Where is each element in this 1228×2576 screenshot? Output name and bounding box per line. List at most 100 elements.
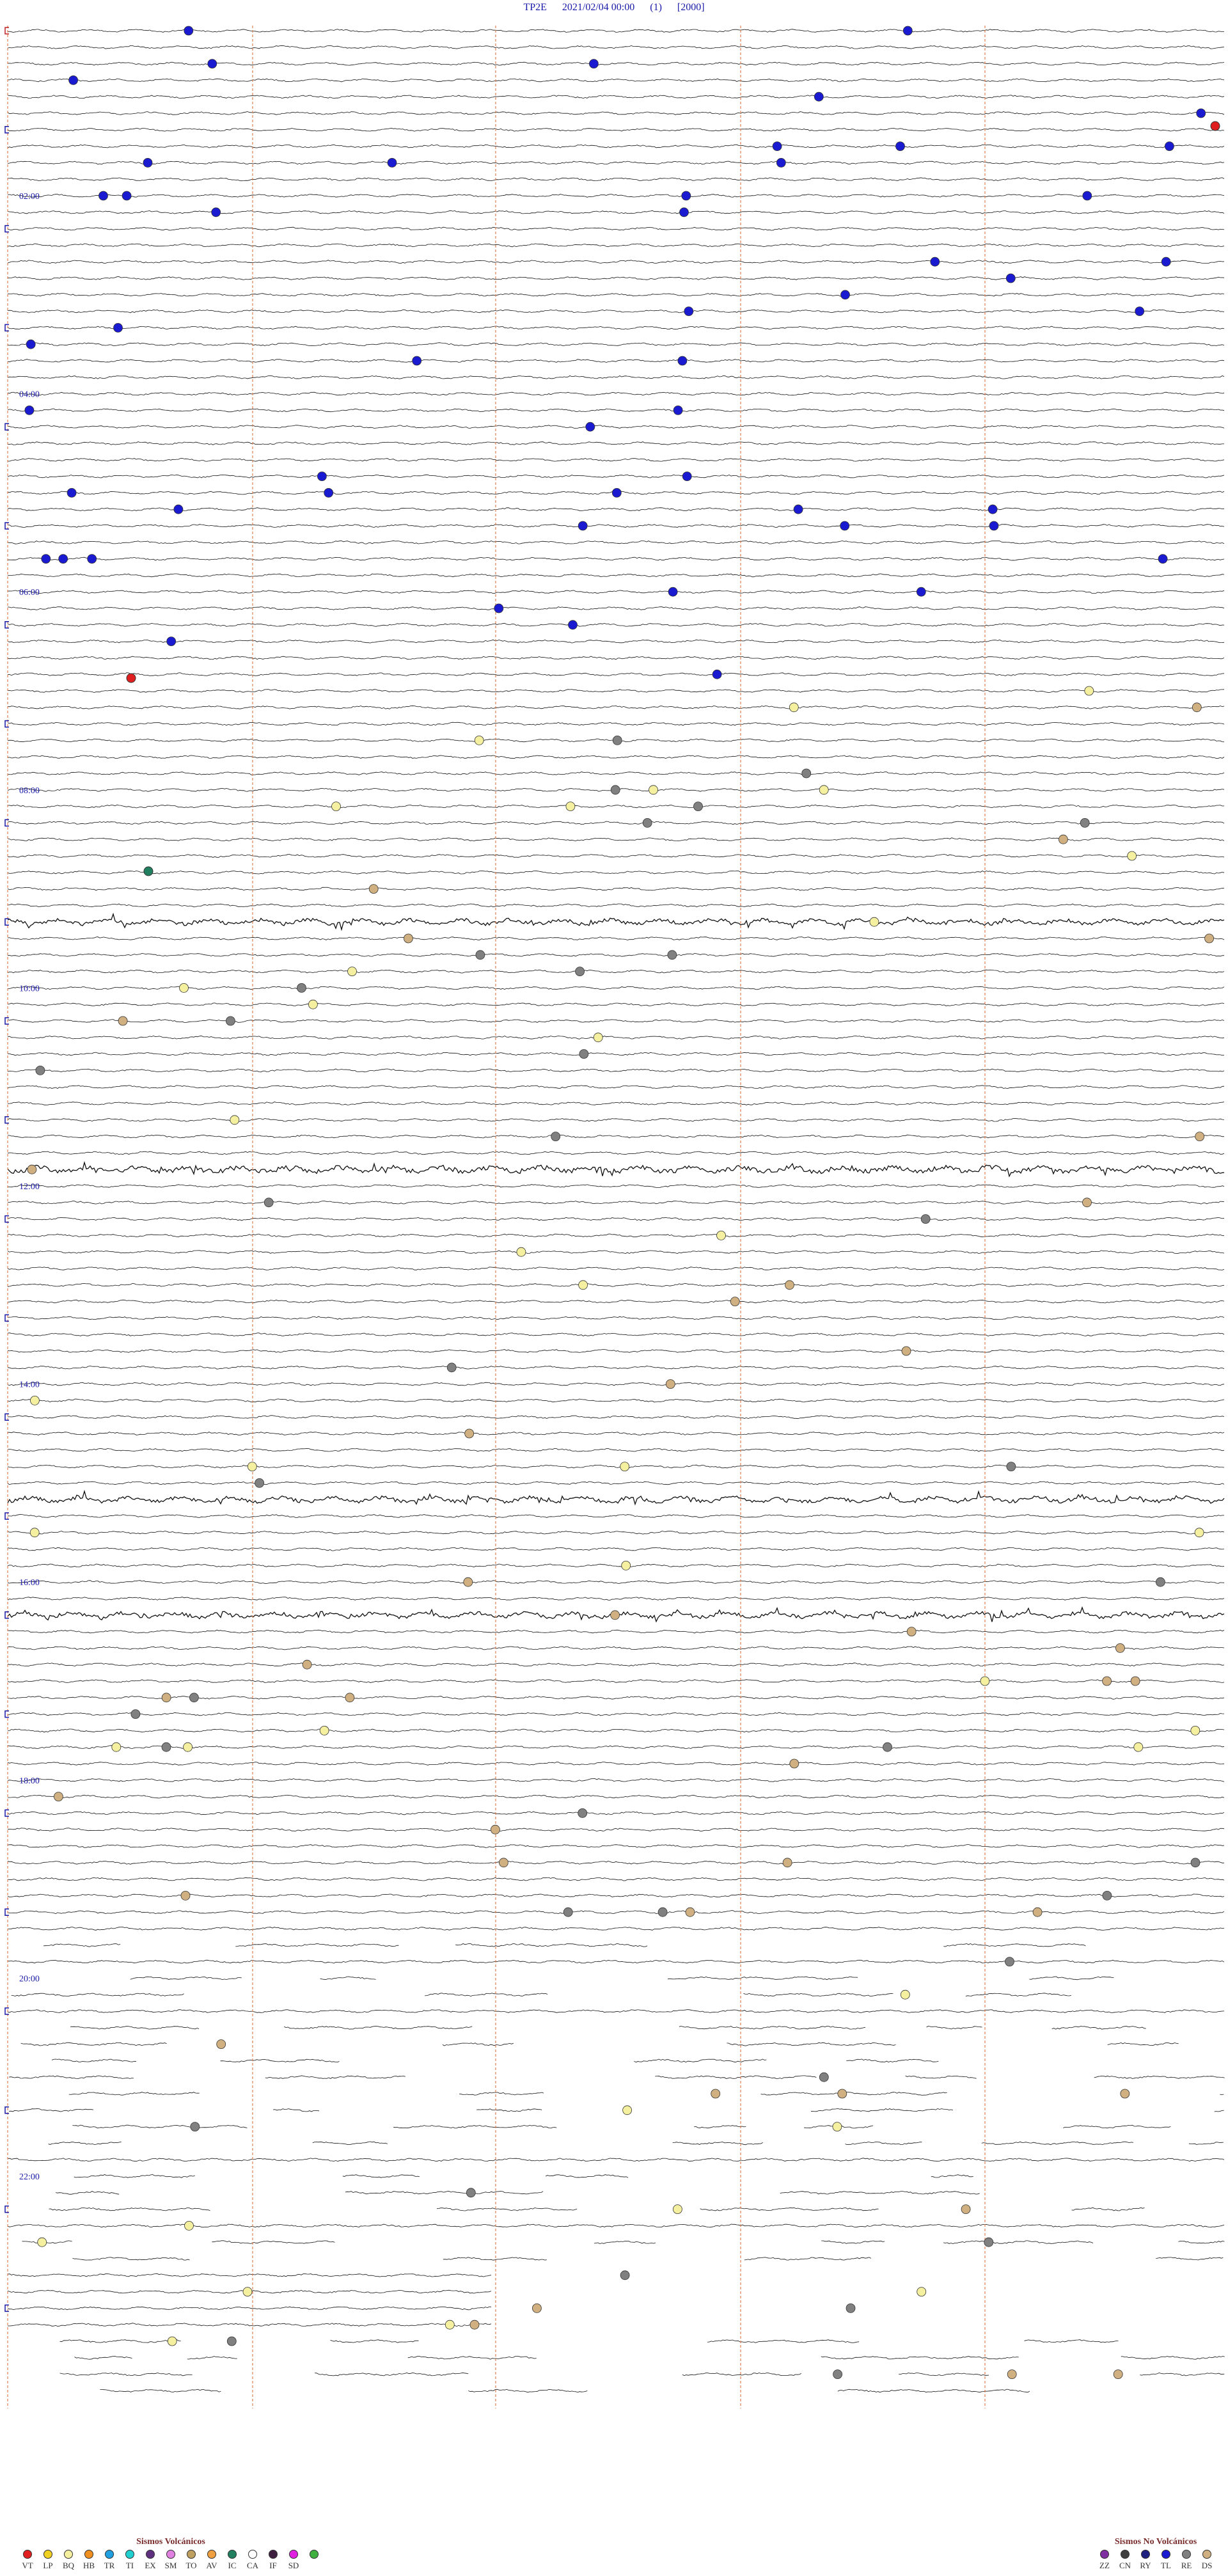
event-marker <box>474 736 484 745</box>
event-marker <box>819 2072 829 2082</box>
event-marker <box>98 191 108 201</box>
event-marker <box>906 1627 917 1637</box>
plot-header: TP2E 2021/02/04 00:00 (1) [2000] <box>0 0 1228 18</box>
event-marker <box>27 1164 37 1174</box>
event-marker <box>161 1693 171 1703</box>
event-marker <box>840 290 850 300</box>
event-marker <box>611 488 622 498</box>
event-marker <box>1192 702 1202 713</box>
trace-line <box>100 2389 221 2393</box>
event-marker <box>297 983 306 993</box>
trace-line <box>49 2207 210 2211</box>
trace-line <box>7 1052 1225 1056</box>
legend-volcanic-items: VT LP BQ HB TR TI EX SM TO AV IC CA IF SD <box>19 2550 322 2571</box>
trace-line <box>7 639 1225 644</box>
station-code: TP2E <box>523 2 547 13</box>
event-marker <box>1158 554 1168 564</box>
legend-swatch <box>166 2550 175 2559</box>
trace-line <box>7 1299 1225 1304</box>
trace-line <box>7 952 1225 957</box>
event-marker <box>255 1478 265 1488</box>
trace-line <box>74 2174 195 2178</box>
event-marker <box>1130 1676 1140 1686</box>
event-marker <box>1082 191 1092 201</box>
event-marker <box>324 488 334 498</box>
legend-item <box>306 2550 322 2571</box>
event-marker <box>837 2089 847 2099</box>
event-marker <box>916 587 926 597</box>
event-marker <box>711 2089 721 2099</box>
event-marker <box>111 1742 122 1752</box>
trace-line <box>7 622 1225 627</box>
trace-line <box>760 2092 947 2096</box>
trace-line <box>7 1778 1225 1782</box>
trace-line <box>7 1762 1225 1766</box>
trace-line <box>272 2108 320 2112</box>
trace-line <box>7 1481 1225 1485</box>
trace-line <box>7 309 1225 313</box>
trace-line <box>1214 2110 1224 2112</box>
event-marker <box>793 504 803 514</box>
event-marker <box>1165 141 1174 152</box>
trace-line <box>315 2372 469 2376</box>
hour-tick-marker <box>4 1809 9 1817</box>
legend-swatch <box>125 2550 134 2559</box>
event-marker <box>682 471 692 481</box>
trace-line <box>8 1927 1225 1931</box>
hour-tick-marker <box>4 621 9 629</box>
event-marker <box>302 1659 312 1670</box>
trace-line <box>7 1151 1225 1155</box>
event-marker <box>226 2336 237 2346</box>
hour-tick-marker <box>4 1215 9 1223</box>
event-marker <box>516 1247 526 1257</box>
legend-code: RY <box>1140 2561 1151 2570</box>
legend-code: TL <box>1161 2561 1171 2570</box>
trace-line <box>7 837 1225 842</box>
trace-line <box>594 2240 656 2245</box>
event-marker <box>387 157 397 168</box>
event-marker <box>801 768 812 778</box>
event-marker <box>173 504 184 514</box>
legend-swatch <box>105 2550 114 2559</box>
trace-line <box>7 95 1225 99</box>
event-marker <box>190 2122 200 2132</box>
time-gridlines <box>7 26 986 2408</box>
trace-line <box>74 2355 132 2360</box>
trace-line <box>7 194 1225 198</box>
event-marker <box>665 1379 675 1389</box>
trace-line <box>821 2356 1019 2360</box>
trace-line <box>235 1943 399 1947</box>
event-marker <box>832 2122 842 2132</box>
event-marker <box>166 636 177 646</box>
legend-item: AV <box>203 2550 220 2571</box>
legend-code: HB <box>83 2561 95 2570</box>
trace-line <box>7 1860 1225 1865</box>
event-marker <box>167 2336 177 2346</box>
legend-item: CN <box>1117 2550 1133 2571</box>
event-marker <box>130 1709 141 1719</box>
legend-item: TI <box>122 2550 138 2571</box>
trace-line <box>22 2240 72 2244</box>
trace-line <box>7 590 1225 594</box>
legend-swatch <box>1141 2550 1150 2559</box>
event-marker <box>984 2237 994 2247</box>
event-marker <box>1190 1725 1200 1735</box>
hour-label: 22:00 <box>19 2172 40 2182</box>
event-marker <box>895 141 905 152</box>
event-marker <box>620 2270 630 2280</box>
trace-line <box>1024 2339 1119 2343</box>
event-marker <box>1113 2369 1123 2380</box>
event-marker <box>1210 121 1220 131</box>
event-marker <box>87 554 97 564</box>
legend-nonvolcanic: Sismos No Volcánicos ZZ CN RY TL RE DS <box>1096 2537 1215 2571</box>
trace-line <box>634 2058 767 2063</box>
event-marker <box>1007 2369 1017 2380</box>
event-marker <box>1084 686 1094 696</box>
event-marker <box>1135 306 1145 317</box>
trace-line <box>899 2373 989 2376</box>
trace-line <box>7 1267 1225 1270</box>
trace-line <box>7 177 1225 182</box>
trace-line <box>7 45 1225 49</box>
event-marker <box>58 554 68 564</box>
event-marker <box>225 1016 235 1026</box>
